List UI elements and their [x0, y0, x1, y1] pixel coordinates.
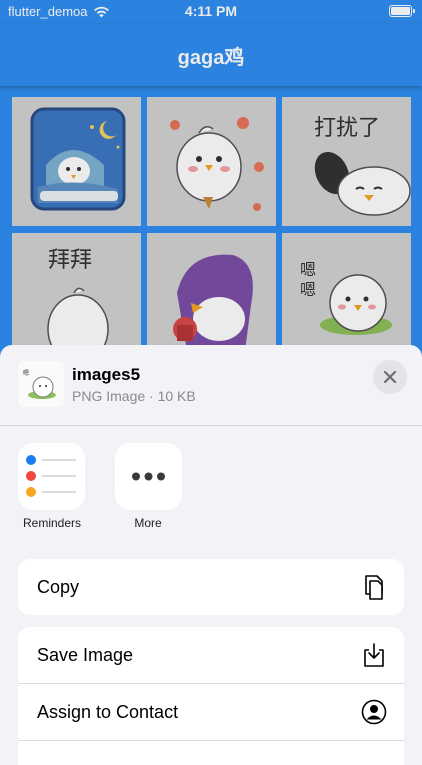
app-screen: flutter_demoa 4:11 PM gaga鸡 打扰了 拜拜 嗯 嗯 嗯… — [0, 0, 422, 765]
next-action-partial[interactable] — [18, 741, 404, 765]
more-app-label: More — [134, 516, 162, 530]
assign-to-contact-action[interactable]: Assign to Contact — [18, 684, 404, 740]
svg-text:嗯: 嗯 — [23, 370, 29, 377]
file-meta: PNG Image · 10 KB — [72, 388, 196, 404]
assign-to-contact-action-label: Assign to Contact — [37, 701, 179, 722]
close-icon — [383, 370, 397, 384]
reminders-app-button[interactable] — [18, 443, 85, 510]
share-sheet-header: 嗯 images5 PNG Image · 10 KB — [0, 345, 422, 426]
save-image-icon — [364, 643, 384, 667]
copy-action-label: Copy — [37, 576, 80, 597]
copy-action[interactable]: Copy — [18, 559, 404, 615]
share-sheet: 嗯 images5 PNG Image · 10 KB Reminders Mo… — [0, 345, 422, 765]
save-image-action[interactable]: Save Image — [18, 627, 404, 683]
more-app-button[interactable] — [115, 443, 182, 510]
thumbnail-image: 嗯 — [18, 361, 64, 407]
close-button[interactable] — [373, 360, 407, 394]
contact-icon — [361, 699, 387, 725]
reminders-app-label: Reminders — [22, 516, 82, 530]
copy-icon — [365, 575, 383, 600]
save-image-action-label: Save Image — [37, 644, 134, 665]
reminders-icon — [26, 455, 76, 497]
file-thumbnail: 嗯 — [18, 361, 64, 407]
file-name: images5 — [72, 365, 141, 384]
more-dots-icon — [132, 472, 165, 481]
